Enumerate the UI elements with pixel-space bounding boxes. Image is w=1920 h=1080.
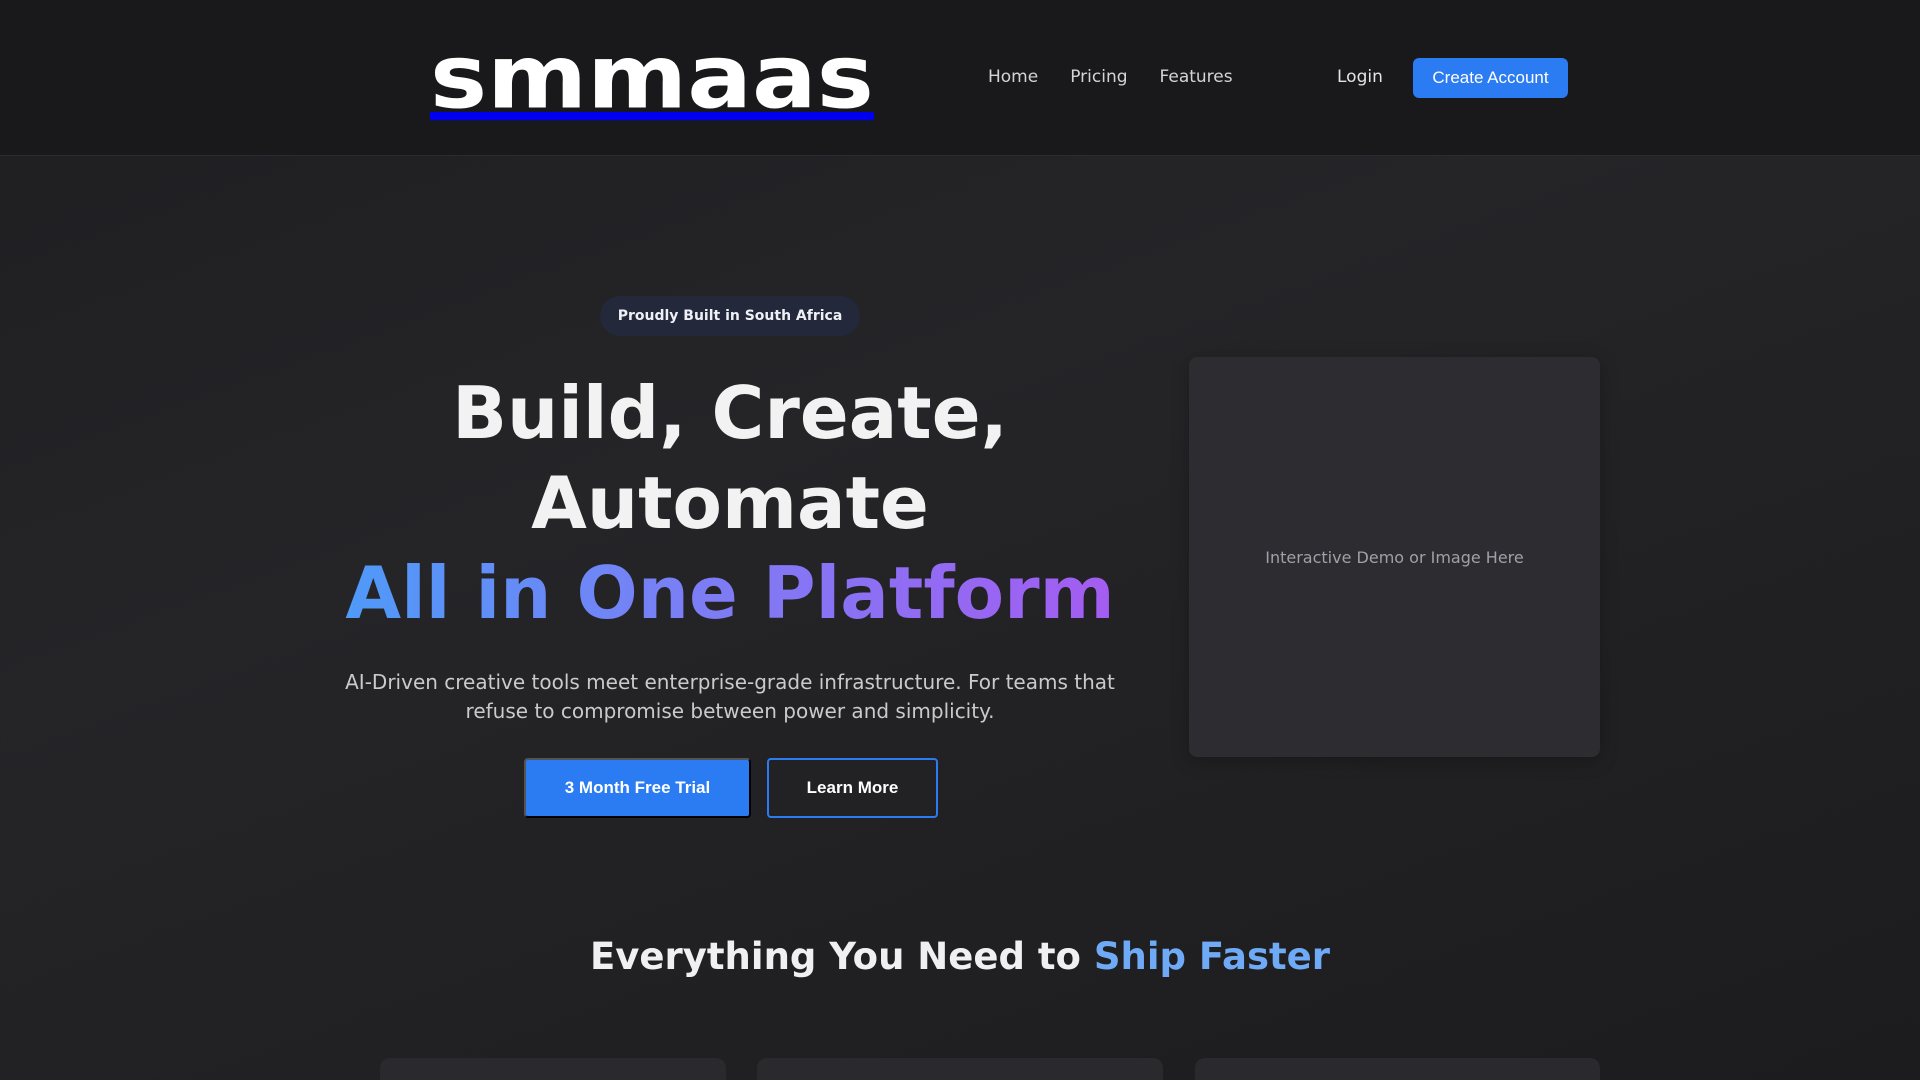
demo-placeholder-text: Interactive Demo or Image Here: [1265, 547, 1524, 567]
nav-pricing[interactable]: Pricing: [1070, 64, 1127, 90]
create-account-button[interactable]: Create Account: [1413, 58, 1568, 98]
headline-gradient-line: All in One Platform: [345, 548, 1114, 638]
features-title: Everything You Need to Ship Faster: [0, 932, 1920, 982]
hero-headline: Build, Create, Automate All in One Platf…: [330, 368, 1130, 638]
features-title-accent: Ship Faster: [1093, 935, 1330, 978]
logo-text: smmaas: [430, 25, 874, 129]
nav-home[interactable]: Home: [988, 64, 1038, 90]
headline-line-1: Build, Create,: [452, 371, 1008, 455]
main-nav: Home Pricing Features: [988, 64, 1265, 90]
headline-line-2: Automate: [531, 461, 929, 545]
free-trial-button[interactable]: 3 Month Free Trial: [524, 758, 751, 818]
feature-card: [757, 1058, 1163, 1080]
demo-placeholder: Interactive Demo or Image Here: [1189, 357, 1600, 757]
features-title-prefix: Everything You Need to: [590, 935, 1094, 978]
login-link[interactable]: Login: [1337, 64, 1383, 90]
site-header: smmaas Home Pricing Features Login Creat…: [0, 0, 1920, 156]
hero-subtext: AI-Driven creative tools meet enterprise…: [345, 670, 1115, 723]
feature-card: [380, 1058, 726, 1080]
learn-more-button[interactable]: Learn More: [767, 758, 938, 818]
nav-features[interactable]: Features: [1160, 64, 1233, 90]
origin-badge: Proudly Built in South Africa: [600, 296, 860, 336]
logo[interactable]: smmaas: [430, 25, 874, 129]
feature-card: [1195, 1058, 1600, 1080]
